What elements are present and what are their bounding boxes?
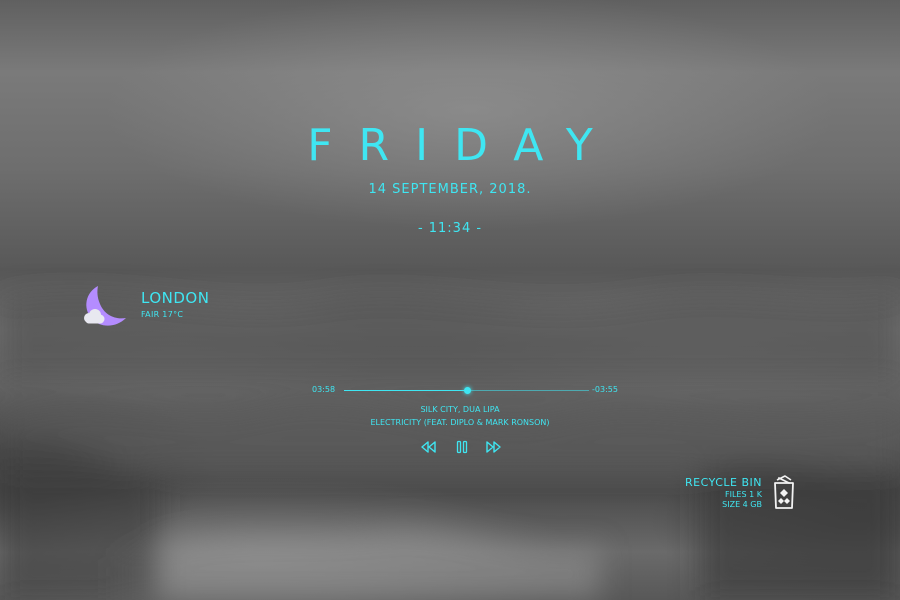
weather-city: LONDON — [141, 289, 210, 307]
pause-icon — [456, 440, 468, 454]
recycle-bin-files: FILES 1 K — [725, 490, 762, 499]
desktop: FRIDAY 14 SEPTEMBER, 2018. - 11:34 - LON… — [0, 0, 900, 600]
track-artist: SILK CITY, DUA LIPA — [420, 405, 500, 414]
day-title: FRIDAY — [307, 120, 619, 171]
moon-cloud-icon — [84, 286, 126, 326]
seek-handle[interactable] — [463, 387, 471, 394]
rewind-icon — [421, 441, 436, 453]
fast-forward-icon — [486, 441, 501, 453]
remaining-time: -03:55 — [592, 385, 618, 394]
track-title: ELECTRICITY (FEAT. DIPLO & MARK RONSON) — [370, 418, 550, 427]
rewind-button[interactable] — [420, 440, 438, 454]
fast-forward-button[interactable] — [484, 440, 502, 454]
time-label: - 11:34 - — [417, 221, 483, 236]
weather-widget[interactable]: LONDON FAIR 17°C — [78, 280, 258, 332]
music-player: 03:58 -03:55 SILK CITY, DUA LIPA ELECTRI… — [300, 380, 620, 460]
date-label: 14 SEPTEMBER, 2018. — [368, 182, 532, 197]
pause-button[interactable] — [453, 440, 471, 454]
recycle-bin-label: RECYCLE BIN — [685, 476, 762, 489]
seek-bar[interactable] — [344, 387, 589, 394]
weather-condition: FAIR 17°C — [141, 310, 184, 319]
elapsed-time: 03:58 — [312, 385, 336, 394]
recycle-bin-widget[interactable]: RECYCLE BIN FILES 1 K SIZE 4 GB — [660, 470, 800, 514]
recycle-bin-icon — [774, 475, 794, 509]
seek-progress — [344, 390, 467, 391]
recycle-bin-size: SIZE 4 GB — [722, 500, 762, 509]
